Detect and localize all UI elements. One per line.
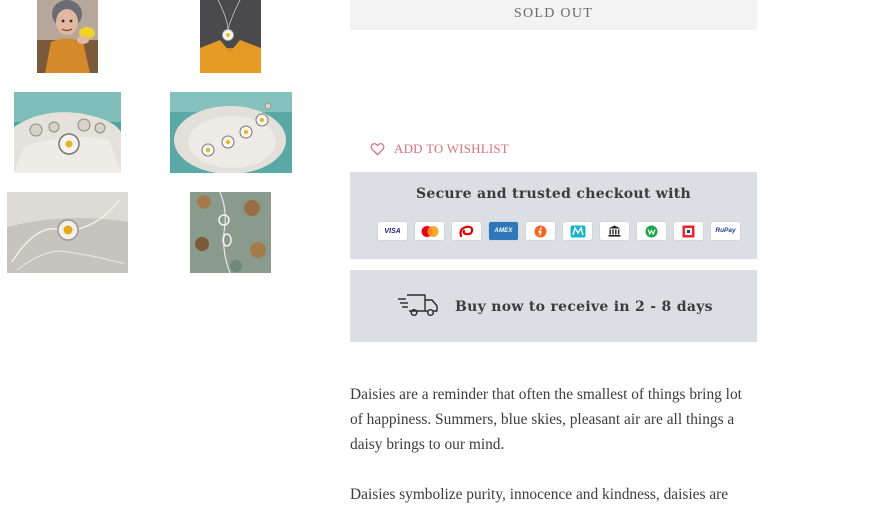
sold-out-button[interactable]: SOLD OUT — [350, 0, 757, 30]
delivery-estimate-text: Buy now to receive in 2 - 8 days — [455, 299, 713, 315]
thumbnail-earrings-set[interactable] — [14, 92, 121, 173]
hdfc-icon — [674, 222, 703, 240]
secure-checkout-title: Secure and trusted checkout with — [415, 186, 692, 202]
mastercard-icon — [415, 222, 444, 240]
thumbnail-pendant-on-jacket[interactable] — [200, 0, 261, 73]
payment-methods: VISA AMEX RuPay — [378, 222, 740, 240]
secure-checkout-panel: Secure and trusted checkout with VISA AM… — [350, 172, 757, 259]
thumbnail-necklace-chain[interactable] — [7, 192, 128, 273]
mobikwik-icon — [563, 222, 592, 240]
thumbnail-model-wearing[interactable] — [37, 0, 98, 73]
amex-icon: AMEX — [489, 222, 518, 240]
visa-icon: VISA — [378, 222, 407, 240]
thumbnail-pendants-arranged[interactable] — [170, 92, 292, 173]
product-description-paragraph: Daisies are a reminder that often the sm… — [350, 386, 742, 453]
rupay-icon: RuPay — [711, 222, 740, 240]
airtel-icon — [452, 222, 481, 240]
netbanking-icon — [600, 222, 629, 240]
product-description-paragraph: Daisies symbolize purity, innocence and … — [350, 486, 729, 503]
freecharge-icon — [526, 222, 555, 240]
truck-icon — [398, 294, 438, 317]
delivery-info-panel: Buy now to receive in 2 - 8 days — [350, 270, 757, 342]
add-to-wishlist-link[interactable]: ADD TO WISHLIST — [370, 141, 509, 157]
thumbnail-clasp-closeup[interactable] — [190, 192, 271, 273]
heart-icon — [370, 142, 385, 156]
wishlist-label: ADD TO WISHLIST — [394, 141, 509, 156]
wallet-icon — [637, 222, 666, 240]
